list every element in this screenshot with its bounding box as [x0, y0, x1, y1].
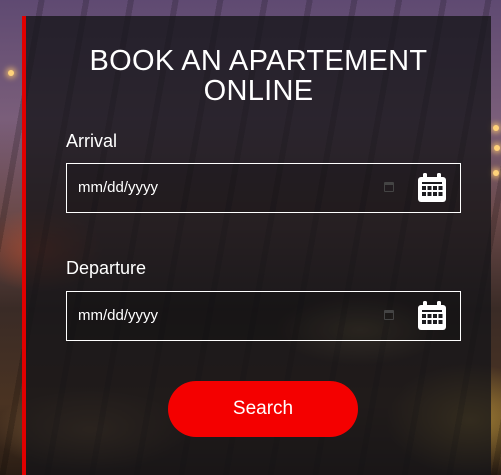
- departure-date-value: mm/dd/yyyy: [78, 307, 159, 324]
- calendar-icon[interactable]: [417, 173, 447, 203]
- calendar-picker-icon[interactable]: [384, 310, 394, 320]
- departure-label: Departure: [66, 258, 147, 278]
- booking-panel: BOOK AN APARTEMENT ONLINE Arrival mm/dd/…: [22, 16, 491, 475]
- string-light: [494, 145, 500, 151]
- arrival-date-input[interactable]: mm/dd/yyyy: [66, 163, 461, 213]
- search-button[interactable]: Search: [168, 381, 358, 437]
- calendar-icon[interactable]: [417, 301, 447, 331]
- calendar-picker-icon[interactable]: [384, 182, 394, 192]
- string-light: [493, 125, 499, 131]
- form-title: BOOK AN APARTEMENT ONLINE: [26, 46, 491, 106]
- form-title-line2: ONLINE: [203, 75, 314, 107]
- arrival-label: Arrival: [66, 131, 118, 151]
- string-light: [493, 170, 499, 176]
- arrival-date-value: mm/dd/yyyy: [78, 179, 159, 196]
- departure-date-input[interactable]: mm/dd/yyyy: [66, 291, 461, 341]
- string-light: [8, 70, 14, 76]
- form-title-line1: BOOK AN APARTEMENT: [89, 45, 428, 77]
